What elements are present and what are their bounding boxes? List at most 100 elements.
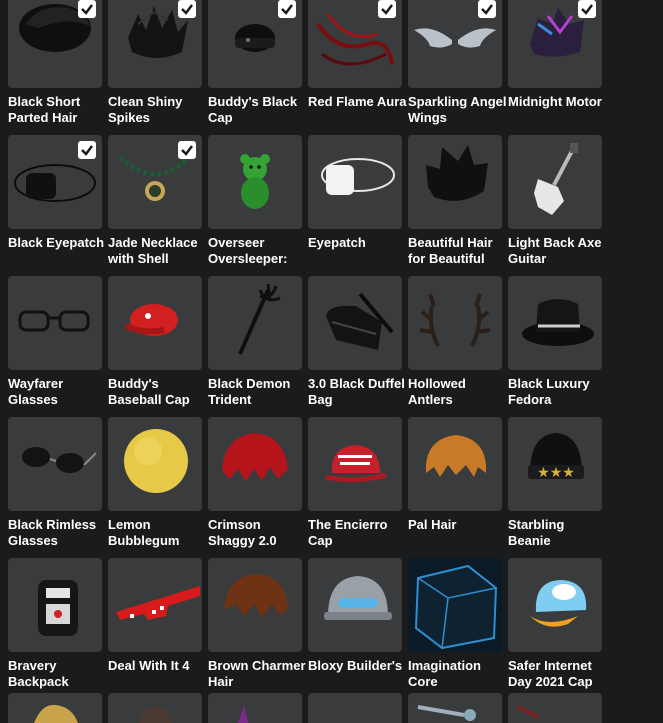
teddy-bear-icon	[240, 154, 270, 209]
item-name: Hollowed Antlers	[408, 376, 466, 407]
item-thumbnail-partial[interactable]	[308, 693, 402, 723]
item-thumbnail[interactable]	[408, 417, 502, 511]
checkbox[interactable]	[178, 141, 196, 159]
item-thumbnail-partial[interactable]	[508, 693, 602, 723]
item-thumbnail[interactable]	[308, 558, 402, 652]
checkbox[interactable]	[578, 0, 596, 18]
item-name: Black Short Parted Hair	[8, 94, 81, 125]
hat-icon	[522, 299, 594, 346]
item-name: Jade Necklace with Shell	[108, 235, 198, 266]
guitar-icon	[534, 143, 578, 215]
item-thumbnail[interactable]	[108, 417, 202, 511]
item-name: Clean Shiny Spikes	[108, 94, 183, 125]
svg-text:★★★: ★★★	[537, 465, 575, 481]
item-name: Overseer Oversleeper:	[208, 235, 288, 266]
item-thumbnail[interactable]	[8, 276, 102, 370]
bubblegum-icon	[124, 429, 188, 493]
item-name: Sparkling Angel Wings	[408, 94, 507, 125]
item-name: Light Back Axe Guitar	[508, 235, 602, 266]
hair-icon	[426, 145, 488, 201]
item-name: Midnight Motor	[508, 94, 602, 109]
item-name: Imagination Core	[408, 658, 481, 689]
trident-icon	[238, 283, 281, 355]
item-thumbnail[interactable]	[408, 0, 502, 88]
item-thumbnail[interactable]	[508, 276, 602, 370]
item-thumbnail-partial[interactable]	[408, 693, 502, 723]
checkbox[interactable]	[378, 0, 396, 18]
item-thumbnail[interactable]	[108, 276, 202, 370]
checkmark-icon	[81, 4, 93, 15]
hair-icon	[138, 707, 172, 723]
item-name: Lemon Bubblegum	[108, 517, 180, 548]
item-name: Red Flame Aura	[308, 94, 407, 109]
item-name: The Encierro Cap	[308, 517, 388, 548]
item-thumbnail[interactable]	[108, 135, 202, 229]
item-thumbnail[interactable]	[208, 135, 302, 229]
item-thumbnail[interactable]	[8, 558, 102, 652]
item-thumbnail[interactable]	[108, 558, 202, 652]
checkmark-icon	[181, 4, 193, 15]
antlers-icon	[419, 293, 491, 347]
eyepatch-icon	[321, 158, 395, 195]
item-name: Buddy's Baseball Cap	[108, 376, 190, 407]
glasses-icon	[18, 310, 90, 332]
item-thumbnail[interactable]	[408, 558, 502, 652]
checkmark-icon	[581, 4, 593, 15]
item-thumbnail-partial[interactable]	[108, 693, 202, 723]
item-name: Deal With It 4	[108, 658, 190, 673]
item-name: Beautiful Hair for Beautiful	[408, 235, 493, 266]
item-thumbnail[interactable]	[508, 558, 602, 652]
item-thumbnail[interactable]	[408, 276, 502, 370]
item-thumbnail[interactable]	[508, 0, 602, 88]
item-thumbnail[interactable]	[308, 276, 402, 370]
checkmark-icon	[481, 4, 493, 15]
item-thumbnail[interactable]	[208, 417, 302, 511]
hair-icon	[425, 435, 487, 477]
helmet-icon	[324, 576, 392, 620]
item-thumbnail[interactable]	[308, 135, 402, 229]
item-name: Buddy's Black Cap	[208, 94, 298, 125]
cap-icon	[325, 445, 387, 483]
item-thumbnail[interactable]	[508, 135, 602, 229]
item-thumbnail[interactable]	[408, 135, 502, 229]
item-name: Black Luxury Fedora	[508, 376, 590, 407]
checkbox[interactable]	[178, 0, 196, 18]
item-name: Safer Internet Day 2021 Cap	[508, 658, 593, 689]
checkmark-icon	[81, 145, 93, 156]
item-thumbnail[interactable]	[208, 558, 302, 652]
item-thumbnail[interactable]	[208, 0, 302, 88]
item-thumbnail[interactable]	[308, 0, 402, 88]
item-name: Starbling Beanie	[508, 517, 565, 548]
item-name: Bravery Backpack	[8, 658, 69, 689]
item-thumbnail[interactable]: ★★★	[508, 417, 602, 511]
checkmark-icon	[181, 145, 193, 156]
item-name: Wayfarer Glasses	[8, 376, 64, 407]
item-name: Bloxy Builder's	[308, 658, 403, 673]
hair-icon	[222, 433, 288, 481]
cube-icon	[408, 558, 502, 652]
item-thumbnail[interactable]	[308, 417, 402, 511]
item-thumbnail[interactable]	[8, 135, 102, 229]
checkbox[interactable]	[478, 0, 496, 18]
item-thumbnail[interactable]	[8, 417, 102, 511]
item-thumbnail[interactable]	[208, 276, 302, 370]
backpack-icon	[38, 580, 78, 636]
item-name: Black Rimless Glasses	[8, 517, 97, 548]
item-name: Black Eyepatch	[8, 235, 105, 250]
checkbox[interactable]	[78, 141, 96, 159]
item-thumbnail[interactable]	[8, 0, 102, 88]
checkmark-icon	[281, 4, 293, 15]
horns-icon	[238, 705, 248, 723]
item-thumbnail-partial[interactable]	[208, 693, 302, 723]
item-thumbnail-partial[interactable]	[8, 693, 102, 723]
checkbox[interactable]	[78, 0, 96, 18]
sword-icon	[417, 705, 476, 721]
item-name: 3.0 Black Duffel Bag	[308, 376, 405, 407]
item-name: Crimson Shaggy 2.0	[208, 517, 277, 548]
hair-icon	[34, 704, 78, 723]
checkbox[interactable]	[278, 0, 296, 18]
bag-icon	[326, 292, 394, 350]
item-thumbnail[interactable]	[108, 0, 202, 88]
weapon-icon	[517, 705, 539, 719]
item-name: Brown Charmer Hair	[208, 658, 306, 689]
